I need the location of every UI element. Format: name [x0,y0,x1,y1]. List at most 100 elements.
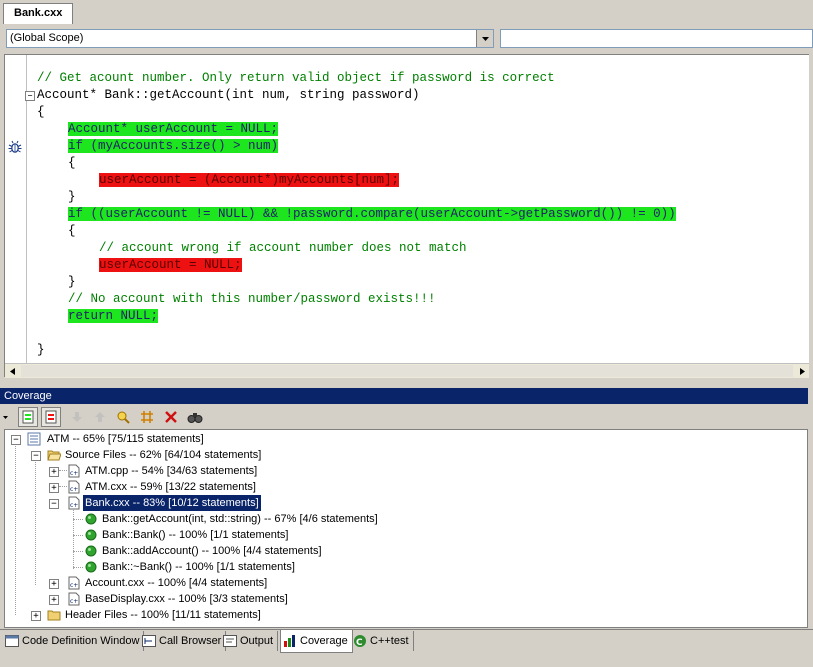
tree-row-method[interactable]: Bank::~Bank() -- 100% [1/1 statements] [5,559,425,575]
tree-row-bank-cxx[interactable]: c+ Bank.cxx -- 83% [10/12 statements] [5,494,405,512]
tree-row-basedisplay-cxx[interactable]: c+ BaseDisplay.cxx -- 100% [3/3 statemen… [5,591,405,607]
scrollbar-thumb[interactable] [21,365,793,377]
code-line[interactable]: { [37,104,45,121]
tree-label: Bank::getAccount(int, std::string) -- 67… [102,513,378,525]
tree-row-method[interactable]: Bank::Bank() -- 100% [1/1 statements] [5,527,425,543]
project-icon [27,432,41,446]
green-status-icon [85,513,97,525]
svg-text:c+: c+ [70,502,78,509]
clear-icon[interactable] [161,407,181,427]
find-icon[interactable] [113,407,133,427]
cpptest-icon: C [354,635,366,648]
tree-row-account-cxx[interactable]: c+ Account.cxx -- 100% [4/4 statements] [5,575,405,591]
tree-label: BaseDisplay.cxx -- 100% [3/3 statements] [85,593,288,605]
member-dropdown[interactable] [500,29,813,48]
coverage-tree[interactable]: − ATM -- 65% [75/115 statements] − Sourc… [4,429,808,628]
fold-toggle[interactable]: − [25,91,35,101]
tab-code-definition-window[interactable]: Code Definition Window [3,631,145,651]
hide-coverage-icon[interactable] [41,407,61,427]
svg-text:c+: c+ [70,486,78,493]
tab-call-browser[interactable]: Call Browser [140,631,227,651]
code-line[interactable]: { [68,155,76,172]
tab-label: Code Definition Window [22,635,140,647]
cpp-file-icon: c+ [68,592,80,606]
tree-row-header-files[interactable]: Header Files -- 100% [11/11 statements] [5,607,405,623]
document-tab-label: Bank.cxx [14,7,63,19]
scope-bar: (Global Scope) [0,24,813,54]
green-status-icon [85,529,97,541]
horizontal-scrollbar[interactable] [5,363,809,378]
search-icon[interactable] [185,407,205,427]
coverage-panel-title: Coverage [0,388,808,404]
code-text: { [37,105,45,119]
tree-label: Bank::Bank() -- 100% [1/1 statements] [102,529,289,541]
dropdown-arrow-icon[interactable] [0,407,10,427]
code-line[interactable]: } [68,274,76,291]
move-up-icon[interactable] [90,407,110,427]
editor-margin[interactable] [5,55,25,363]
tab-label: Call Browser [159,635,222,647]
code-text: { [68,156,76,170]
coverage-chart-icon [284,635,295,647]
scroll-right-icon[interactable] [795,364,809,378]
show-coverage-icon[interactable] [18,407,38,427]
code-line[interactable]: if (myAccounts.size() > num) [68,138,279,155]
cpp-file-icon: c+ [68,496,80,510]
tab-cpptest[interactable]: C C++test [351,631,414,651]
call-browser-icon [142,635,156,647]
code-line[interactable]: return NULL; [68,308,159,325]
uncovered-code-text: userAccount = NULL; [99,258,242,272]
coverage-toolbar [0,404,808,428]
code-comment: // Get acount number. Only return valid … [37,71,555,85]
document-tab[interactable]: Bank.cxx [3,3,74,24]
cpp-file-icon: c+ [68,464,80,478]
tab-coverage[interactable]: Coverage [280,630,353,653]
code-line[interactable]: userAccount = (Account*)myAccounts[num]; [99,172,400,189]
code-line[interactable]: if ((userAccount != NULL) && !password.c… [68,206,676,223]
tree-row-atm[interactable]: ATM -- 65% [75/115 statements] [5,431,405,447]
tree-row-atm-cxx[interactable]: c+ ATM.cxx -- 59% [13/22 statements] [5,479,405,495]
covered-code-text: if (myAccounts.size() > num) [68,139,279,153]
covered-code-text: if ((userAccount != NULL) && !password.c… [68,207,676,221]
code-line[interactable]: // account wrong if account number does … [99,240,467,257]
tree-row-method[interactable]: Bank::addAccount() -- 100% [4/4 statemen… [5,543,425,559]
scope-dropdown[interactable]: (Global Scope) [6,29,494,48]
open-folder-icon [47,450,61,461]
chevron-down-icon[interactable] [476,30,493,47]
green-status-icon [85,545,97,557]
green-status-icon [85,561,97,573]
scroll-left-icon[interactable] [5,364,19,378]
bug-icon [8,140,22,153]
tree-label: ATM.cpp -- 54% [34/63 statements] [85,465,258,477]
tree-label: Bank::~Bank() -- 100% [1/1 statements] [102,561,295,573]
tree-label: ATM -- 65% [75/115 statements] [47,433,204,445]
tab-label: Coverage [300,635,348,647]
code-text: } [37,343,45,357]
svg-text:c+: c+ [70,582,78,589]
tree-row-atm-cpp[interactable]: c+ ATM.cpp -- 54% [34/63 statements] [5,463,405,479]
code-line[interactable]: // No account with this number/password … [68,291,436,308]
tree-label: Header Files -- 100% [11/11 statements] [65,609,261,621]
tree-row-source-files[interactable]: Source Files -- 62% [64/104 statements] [5,447,405,463]
cpp-file-icon: c+ [68,480,80,494]
code-line[interactable]: Account* userAccount = NULL; [68,121,279,138]
code-line[interactable]: // Get acount number. Only return valid … [37,70,555,87]
window-icon [5,635,19,647]
code-line[interactable]: } [68,189,76,206]
tab-label: Output [240,635,274,647]
code-comment: // No account with this number/password … [68,292,436,306]
tab-label: C++test [370,635,409,647]
code-line[interactable]: } [37,342,45,359]
move-down-icon[interactable] [67,407,87,427]
code-line[interactable]: userAccount = NULL; [99,257,242,274]
code-editor[interactable]: // Get acount number. Only return valid … [4,54,809,378]
tree-label: Source Files -- 62% [64/104 statements] [65,449,262,461]
tree-row-method[interactable]: Bank::getAccount(int, std::string) -- 67… [5,511,425,527]
expand-icon[interactable] [137,407,157,427]
tree-label: Account.cxx -- 100% [4/4 statements] [85,577,268,589]
tab-output[interactable]: Output [221,631,279,651]
code-line[interactable]: { [68,223,76,240]
code-line[interactable]: Account* Bank::getAccount(int num, strin… [37,87,420,104]
svg-text:c+: c+ [70,470,78,477]
code-text: } [68,190,76,204]
